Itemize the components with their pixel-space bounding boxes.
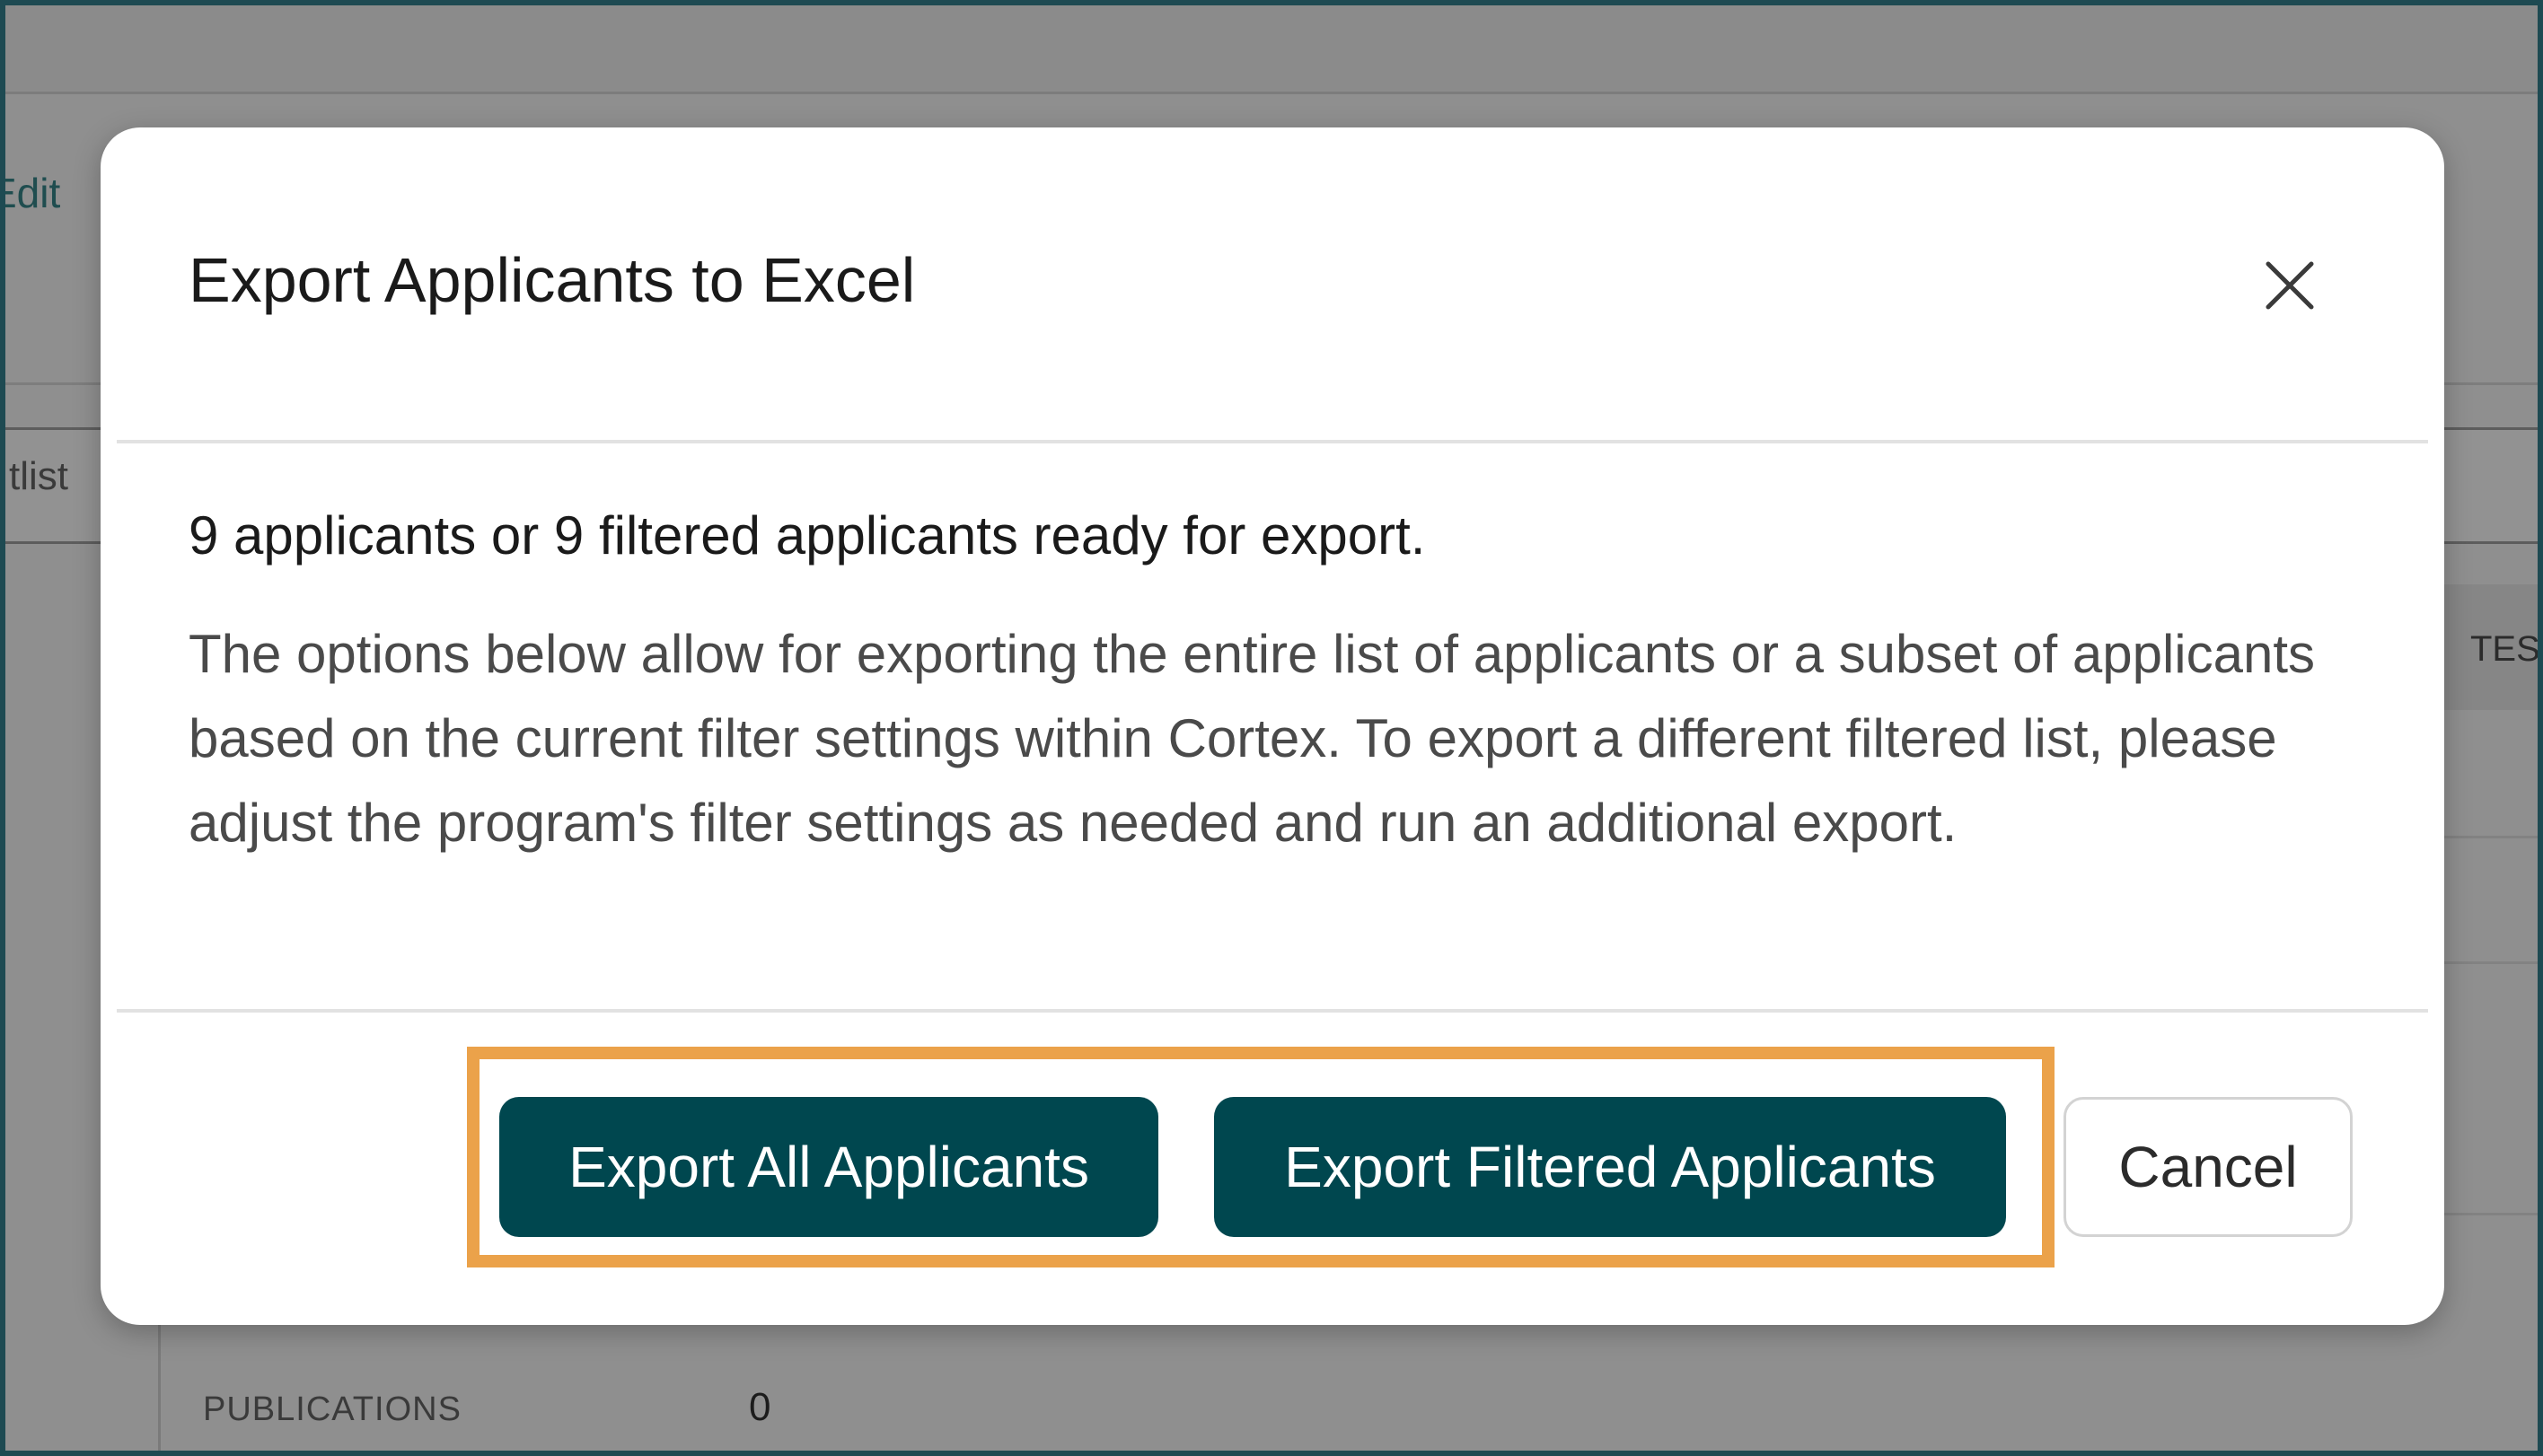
background-row-line (2430, 1213, 2538, 1215)
export-summary: 9 applicants or 9 filtered applicants re… (189, 505, 1426, 566)
dialog-title: Export Applicants to Excel (189, 245, 916, 315)
background-edit-link: Edit (5, 170, 61, 216)
export-all-button[interactable]: Export All Applicants (499, 1097, 1158, 1237)
background-column-divider (158, 1316, 161, 1451)
cancel-button[interactable]: Cancel (2063, 1097, 2353, 1237)
header-divider (117, 440, 2428, 443)
background-top-bar (5, 5, 2538, 94)
export-filtered-button[interactable]: Export Filtered Applicants (1214, 1097, 2006, 1237)
background-row-line (2430, 961, 2538, 964)
close-button[interactable] (2247, 242, 2333, 329)
footer-divider (117, 1009, 2428, 1013)
export-dialog: Export Applicants to Excel 9 applicants … (101, 127, 2444, 1325)
screenshot-frame: Edit tlist TES PUBLICATIONS 0 Export App… (0, 0, 2543, 1456)
background-tab-label: tlist (9, 454, 68, 498)
background-row-line (2430, 836, 2538, 838)
close-icon (2266, 261, 2314, 310)
export-description: The options below allow for exporting th… (189, 624, 2316, 853)
background-publications-value: 0 (749, 1385, 771, 1429)
background-column-header: TES (2470, 629, 2540, 669)
background-publications-label: PUBLICATIONS (203, 1390, 462, 1428)
background-tab-box (2430, 427, 2538, 539)
